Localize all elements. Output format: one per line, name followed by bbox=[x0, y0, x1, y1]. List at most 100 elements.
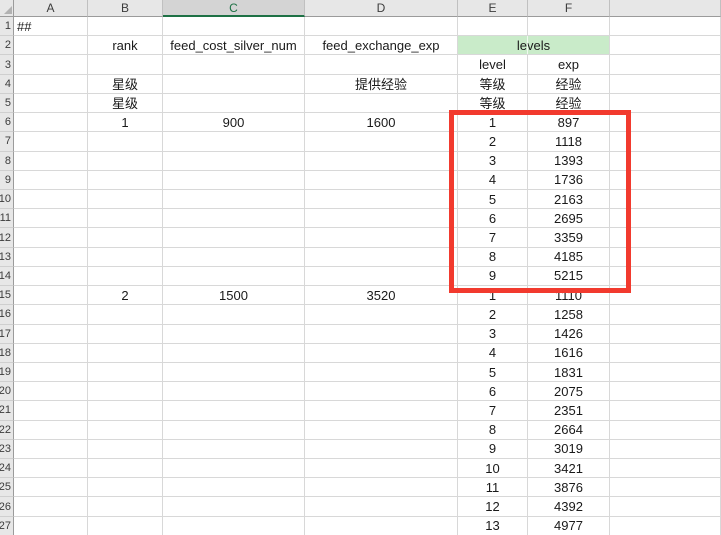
cell-A1[interactable]: ## bbox=[14, 17, 88, 36]
cell-A16[interactable] bbox=[14, 305, 88, 324]
cell-F18[interactable]: 1616 bbox=[528, 344, 610, 363]
cell-C1[interactable] bbox=[163, 17, 305, 36]
cell-C18[interactable] bbox=[163, 344, 305, 363]
cell-E19[interactable]: 5 bbox=[458, 363, 528, 382]
cell-G16[interactable] bbox=[610, 305, 721, 324]
cell-G5[interactable] bbox=[610, 94, 721, 113]
column-header-A[interactable]: A bbox=[14, 0, 88, 17]
cell-D12[interactable] bbox=[305, 228, 458, 247]
cell-E11[interactable]: 6 bbox=[458, 209, 528, 228]
cell-G9[interactable] bbox=[610, 171, 721, 190]
row-header-23[interactable]: 23 bbox=[0, 440, 14, 459]
cell-C9[interactable] bbox=[163, 171, 305, 190]
cell-D22[interactable] bbox=[305, 421, 458, 440]
cell-E20[interactable]: 6 bbox=[458, 382, 528, 401]
cell-G18[interactable] bbox=[610, 344, 721, 363]
cell-A11[interactable] bbox=[14, 209, 88, 228]
cell-D20[interactable] bbox=[305, 382, 458, 401]
cell-E18[interactable]: 4 bbox=[458, 344, 528, 363]
row-header-8[interactable]: 8 bbox=[0, 152, 14, 171]
cell-D25[interactable] bbox=[305, 478, 458, 497]
cell-D27[interactable] bbox=[305, 517, 458, 535]
cell-B22[interactable] bbox=[88, 421, 163, 440]
row-header-21[interactable]: 21 bbox=[0, 401, 14, 420]
cell-F5[interactable]: 经验 bbox=[528, 94, 610, 113]
cell-E6[interactable]: 1 bbox=[458, 113, 528, 132]
cell-B7[interactable] bbox=[88, 132, 163, 151]
row-header-4[interactable]: 4 bbox=[0, 75, 14, 94]
row-header-15[interactable]: 15 bbox=[0, 286, 14, 305]
cell-B5[interactable]: 星级 bbox=[88, 94, 163, 113]
cell-C27[interactable] bbox=[163, 517, 305, 535]
row-header-24[interactable]: 24 bbox=[0, 459, 14, 478]
cell-F9[interactable]: 1736 bbox=[528, 171, 610, 190]
cell-D23[interactable] bbox=[305, 440, 458, 459]
cell-E21[interactable]: 7 bbox=[458, 401, 528, 420]
cell-F1[interactable] bbox=[528, 17, 610, 36]
cell-B23[interactable] bbox=[88, 440, 163, 459]
cell-B9[interactable] bbox=[88, 171, 163, 190]
column-header-G[interactable] bbox=[610, 0, 721, 17]
cell-D24[interactable] bbox=[305, 459, 458, 478]
cell-C22[interactable] bbox=[163, 421, 305, 440]
row-header-25[interactable]: 25 bbox=[0, 478, 14, 497]
cell-C25[interactable] bbox=[163, 478, 305, 497]
cell-D11[interactable] bbox=[305, 209, 458, 228]
cell-C3[interactable] bbox=[163, 55, 305, 74]
cell-A27[interactable] bbox=[14, 517, 88, 535]
cell-G10[interactable] bbox=[610, 190, 721, 209]
cell-E1[interactable] bbox=[458, 17, 528, 36]
cell-A5[interactable] bbox=[14, 94, 88, 113]
cell-A19[interactable] bbox=[14, 363, 88, 382]
cell-E2[interactable]: levels bbox=[458, 36, 610, 55]
cell-F3[interactable]: exp bbox=[528, 55, 610, 74]
row-header-18[interactable]: 18 bbox=[0, 344, 14, 363]
cell-B19[interactable] bbox=[88, 363, 163, 382]
cell-A23[interactable] bbox=[14, 440, 88, 459]
cell-A10[interactable] bbox=[14, 190, 88, 209]
cell-B10[interactable] bbox=[88, 190, 163, 209]
cell-G25[interactable] bbox=[610, 478, 721, 497]
cell-B16[interactable] bbox=[88, 305, 163, 324]
cell-G12[interactable] bbox=[610, 228, 721, 247]
cell-E7[interactable]: 2 bbox=[458, 132, 528, 151]
cell-B3[interactable] bbox=[88, 55, 163, 74]
row-header-12[interactable]: 12 bbox=[0, 228, 14, 247]
cell-B20[interactable] bbox=[88, 382, 163, 401]
cell-F4[interactable]: 经验 bbox=[528, 75, 610, 94]
row-header-20[interactable]: 20 bbox=[0, 382, 14, 401]
cell-F8[interactable]: 1393 bbox=[528, 152, 610, 171]
cell-D26[interactable] bbox=[305, 497, 458, 516]
row-header-9[interactable]: 9 bbox=[0, 171, 14, 190]
cell-D21[interactable] bbox=[305, 401, 458, 420]
cell-C5[interactable] bbox=[163, 94, 305, 113]
cell-G11[interactable] bbox=[610, 209, 721, 228]
cell-B27[interactable] bbox=[88, 517, 163, 535]
cell-G19[interactable] bbox=[610, 363, 721, 382]
row-header-26[interactable]: 26 bbox=[0, 497, 14, 516]
row-header-6[interactable]: 6 bbox=[0, 113, 14, 132]
cell-D2[interactable]: feed_exchange_exp bbox=[305, 36, 458, 55]
cell-D5[interactable] bbox=[305, 94, 458, 113]
cell-F7[interactable]: 1118 bbox=[528, 132, 610, 151]
cell-C20[interactable] bbox=[163, 382, 305, 401]
cell-B6[interactable]: 1 bbox=[88, 113, 163, 132]
cell-B8[interactable] bbox=[88, 152, 163, 171]
cell-C23[interactable] bbox=[163, 440, 305, 459]
column-header-C[interactable]: C bbox=[163, 0, 305, 17]
cell-A22[interactable] bbox=[14, 421, 88, 440]
cell-E3[interactable]: level bbox=[458, 55, 528, 74]
cell-E24[interactable]: 10 bbox=[458, 459, 528, 478]
cell-E12[interactable]: 7 bbox=[458, 228, 528, 247]
cell-B12[interactable] bbox=[88, 228, 163, 247]
cell-F22[interactable]: 2664 bbox=[528, 421, 610, 440]
cell-A17[interactable] bbox=[14, 325, 88, 344]
cell-D3[interactable] bbox=[305, 55, 458, 74]
cell-A4[interactable] bbox=[14, 75, 88, 94]
cell-D13[interactable] bbox=[305, 248, 458, 267]
cell-F20[interactable]: 2075 bbox=[528, 382, 610, 401]
cell-A2[interactable] bbox=[14, 36, 88, 55]
cell-A25[interactable] bbox=[14, 478, 88, 497]
cell-C12[interactable] bbox=[163, 228, 305, 247]
cell-G2[interactable] bbox=[610, 36, 721, 55]
